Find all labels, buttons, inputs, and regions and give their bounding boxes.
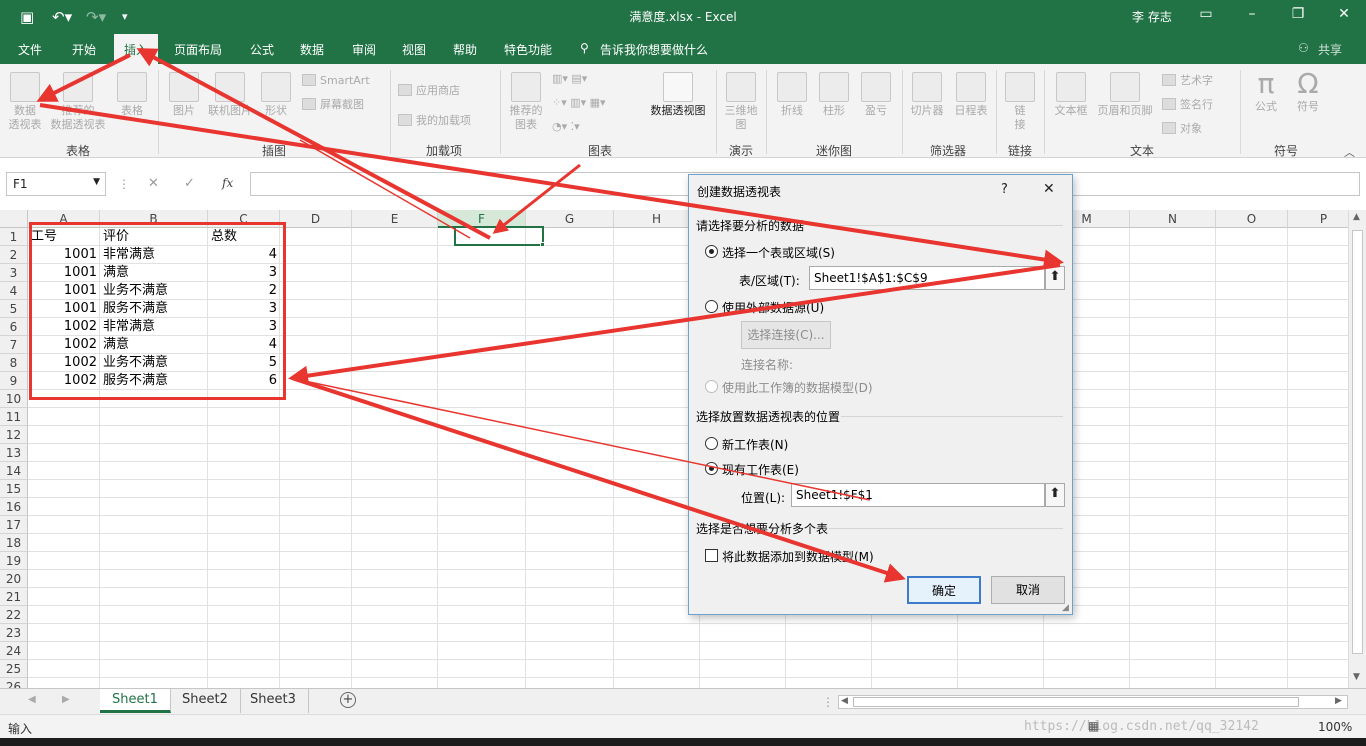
arrow-data-to-ok [291, 376, 906, 583]
annotation-arrows [36, 48, 1064, 583]
arrow-insert-to-pivot [36, 53, 131, 102]
arrow-thin-to-location [299, 379, 871, 501]
arrow-f1-to-insert [136, 48, 491, 240]
arrow-range-to-data [288, 263, 1061, 386]
annotation-arrow-group [36, 48, 1064, 583]
arrow-f1-thin [299, 139, 471, 239]
arrow-pivot-to-range [39, 103, 1064, 270]
